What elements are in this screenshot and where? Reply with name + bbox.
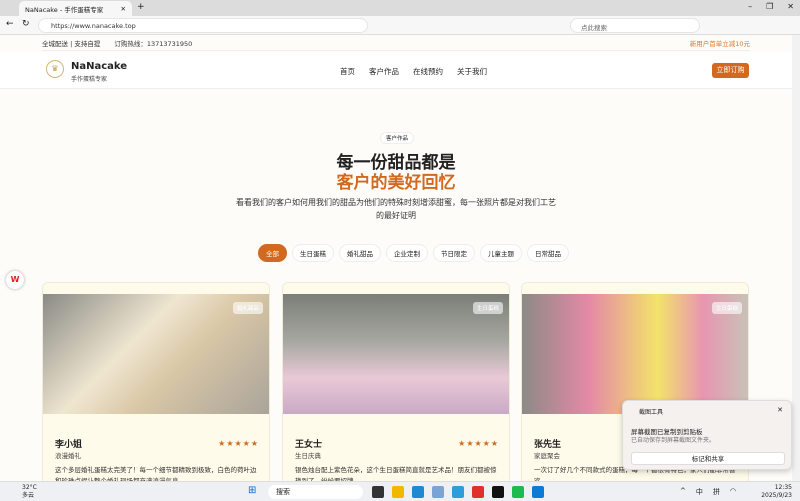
section-pill: 客户作品 xyxy=(380,132,415,144)
minimize-icon[interactable]: – xyxy=(748,2,752,11)
clock[interactable]: 12:35 2025/9/23 xyxy=(761,484,792,500)
tab-title: NaNacake - 手作蛋糕专家 xyxy=(25,5,104,14)
kimi-icon[interactable] xyxy=(492,486,504,498)
filter-birthday[interactable]: 生日蛋糕 xyxy=(292,244,334,262)
toast-detail: 已自动保存到屏幕截图文件夹。 xyxy=(631,437,716,444)
nav-about[interactable]: 关于我们 xyxy=(457,66,487,77)
time: 12:35 xyxy=(774,484,792,491)
filter-kids[interactable]: 儿童主题 xyxy=(480,244,522,262)
review-text: 这个多层婚礼蛋糕太完美了！每一个细节都精致到极致，白色的荷叶边和珍珠点缀让整个婚… xyxy=(55,466,257,481)
delivery-info: 全城配送 | 支持自提 xyxy=(42,39,101,48)
cake-photo: 生日蛋糕 xyxy=(283,294,509,414)
edge-icon[interactable] xyxy=(532,486,544,498)
app-icon[interactable] xyxy=(452,486,464,498)
url-input[interactable]: https://www.nanacake.top xyxy=(38,18,368,33)
toast-app-name: 截图工具 xyxy=(639,409,664,416)
app-icon[interactable] xyxy=(372,486,384,498)
start-icon[interactable]: ⊞ xyxy=(248,485,256,496)
cake-photo: 生日蛋糕 xyxy=(522,294,748,414)
testimonial-card[interactable]: 生日蛋糕 王女士 ★★★★★ 生日庆典 银色烛台配上紫色花朵，这个生日蛋糕简直就… xyxy=(282,282,510,481)
close-window-icon[interactable]: ✕ xyxy=(787,2,794,11)
filter-bar: 全部 生日蛋糕 婚礼甜品 企业定制 节日限定 儿童主题 日常甜品 xyxy=(258,244,569,262)
tab-bar: NaNacake - 手作蛋糕专家 ✕ + – ❐ ✕ xyxy=(0,0,800,16)
occasion-tag: 浪漫婚礼 xyxy=(55,452,81,460)
logo-icon[interactable]: ♛ xyxy=(46,60,64,78)
category-badge: 生日蛋糕 xyxy=(472,302,503,314)
floating-app-icon[interactable]: W xyxy=(6,271,24,289)
close-tab-icon[interactable]: ✕ xyxy=(121,5,126,13)
nav-home[interactable]: 首页 xyxy=(340,66,355,77)
main-nav: ♛ NaNacake 手作蛋糕专家 首页 客户作品 在线预约 关于我们 立即订购 xyxy=(0,52,792,89)
filter-all[interactable]: 全部 xyxy=(258,244,287,262)
filter-daily[interactable]: 日常甜品 xyxy=(527,244,569,262)
snipping-tool-notification: 截图工具 ✕ 屏幕截图已复制到剪贴板 已自动保存到屏幕截图文件夹。 标记和共享 xyxy=(622,400,792,470)
wifi-icon[interactable]: ◠ xyxy=(730,487,736,497)
customer-name: 王女士 xyxy=(295,440,323,450)
page-scrollbar[interactable] xyxy=(792,35,800,481)
browser-tab[interactable]: NaNacake - 手作蛋糕专家 ✕ xyxy=(19,1,132,16)
ime-mode[interactable]: 中 xyxy=(696,487,703,497)
edge-dev-icon[interactable] xyxy=(412,486,424,498)
address-bar-row: ← ↻ https://www.nanacake.top 点此搜索 xyxy=(0,16,800,35)
rating-stars: ★★★★★ xyxy=(458,439,499,448)
order-now-button[interactable]: 立即订购 xyxy=(712,63,749,78)
hero-title-line2: 客户的美好回忆 xyxy=(336,173,456,193)
temperature: 32°C xyxy=(22,484,37,491)
date: 2025/9/23 xyxy=(761,492,792,499)
wps-icon[interactable] xyxy=(472,486,484,498)
file-explorer-icon[interactable] xyxy=(392,486,404,498)
occasion-tag: 生日庆典 xyxy=(295,452,321,460)
ime-pinyin[interactable]: 拼 xyxy=(713,487,720,497)
testimonial-card[interactable]: 婚礼甜品 李小姐 ★★★★★ 浪漫婚礼 这个多层婚礼蛋糕太完美了！每一个细节都精… xyxy=(42,282,270,481)
hero-description: 看看我们的客户如何用我们的甜品为他们的特殊时刻增添甜蜜，每一张照片都是对我们工艺… xyxy=(236,198,556,220)
weather-widget[interactable]: 32°C 多云 xyxy=(10,484,37,500)
occasion-tag: 家庭聚会 xyxy=(534,452,560,460)
snipping-icon[interactable] xyxy=(432,486,444,498)
category-badge: 婚礼甜品 xyxy=(232,302,263,314)
filter-wedding[interactable]: 婚礼甜品 xyxy=(339,244,381,262)
back-icon[interactable]: ← xyxy=(6,19,14,29)
cake-photo: 婚礼甜品 xyxy=(43,294,269,414)
taskbar-search[interactable]: 搜索 xyxy=(268,485,363,499)
restore-icon[interactable]: ❐ xyxy=(766,2,773,11)
customer-name: 张先生 xyxy=(534,440,562,450)
wechat-icon[interactable] xyxy=(512,486,524,498)
close-toast-icon[interactable]: ✕ xyxy=(777,406,783,414)
customer-name: 李小姐 xyxy=(55,440,83,450)
taskbar: 32°C 多云 ⊞ 搜索 ^ 中拼 ◠ 12:35 2025/9/23 xyxy=(0,481,800,501)
refresh-icon[interactable]: ↻ xyxy=(22,19,30,29)
category-badge: 生日蛋糕 xyxy=(711,302,742,314)
filter-corporate[interactable]: 企业定制 xyxy=(386,244,428,262)
brand-tagline: 手作蛋糕专家 xyxy=(71,76,108,83)
brand-name[interactable]: NaNacake xyxy=(71,61,127,72)
markup-share-button[interactable]: 标记和共享 xyxy=(631,452,785,465)
new-tab-icon[interactable]: + xyxy=(137,2,145,12)
filter-holiday[interactable]: 节日限定 xyxy=(433,244,475,262)
review-text: 银色烛台配上紫色花朵，这个生日蛋糕简直就是艺术品！朋友们都被惊艳到了，纷纷要招牌… xyxy=(295,466,497,481)
search-input[interactable]: 点此搜索 xyxy=(570,18,700,33)
weather-text: 多云 xyxy=(22,492,35,499)
nav-works[interactable]: 客户作品 xyxy=(369,66,399,77)
nav-booking[interactable]: 在线预约 xyxy=(413,66,443,77)
promo-text[interactable]: 新用户首单立减10元 xyxy=(690,38,750,48)
rating-stars: ★★★★★ xyxy=(218,439,259,448)
hotline: 订购热线：13713731950 xyxy=(114,39,193,48)
tray-chevron-icon[interactable]: ^ xyxy=(680,487,686,497)
